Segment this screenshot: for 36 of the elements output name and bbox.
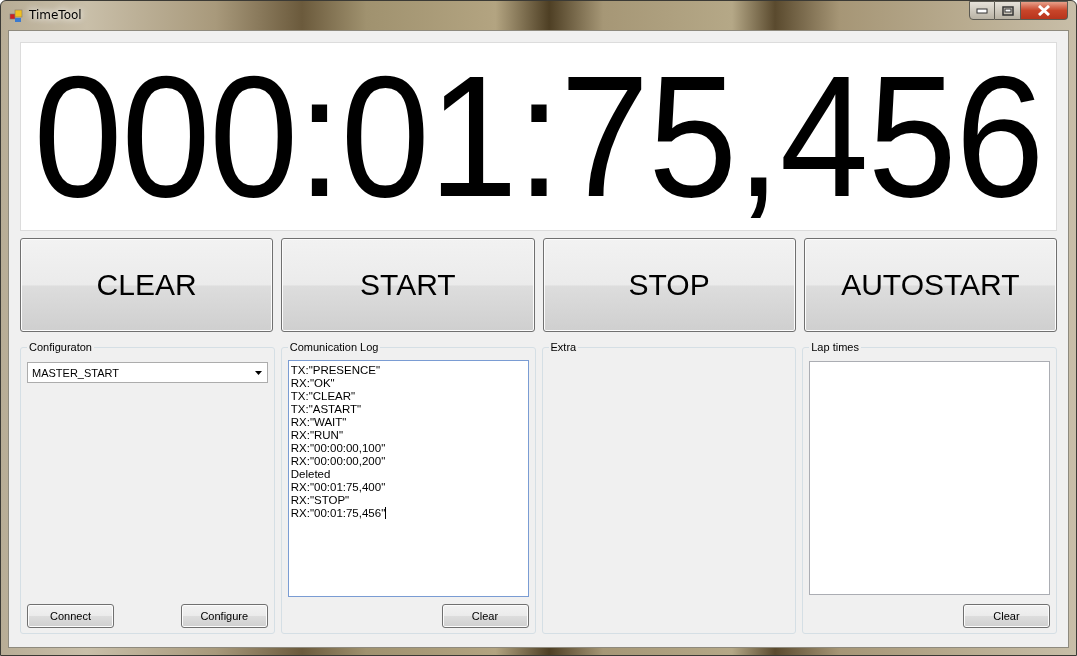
app-icon [9,9,23,23]
window-title: TimeTool [29,8,82,22]
action-button[interactable]: AUTOSTART [803,238,1057,332]
group-title: Extra [548,341,579,354]
log-line: RX:"RUN" [290,429,344,442]
log-textbox[interactable]: TX:"PRESENCE" RX:"OK" TX:"CLEAR" TX:"ASTART" RX:"WAIT" RX:"RUN" RX:"00:00:00,100" RX:"00:00:00,200" Deleted RX:"00:01:75,400" RX:"STOP" RX:"00:01:75,456" [287,360,529,597]
log-line: RX:"00:01:75,400" [290,481,387,494]
minimize-button[interactable] [969,1,995,20]
minimize-icon [976,7,988,14]
maximize-icon [1001,5,1014,16]
action-button[interactable]: START [281,238,535,332]
log-line: RX:"WAIT" [290,416,348,429]
group-title: Lap times [809,341,861,354]
log-line: RX:"STOP" [290,494,351,507]
group-title: Configuraton [27,341,94,354]
log-line: TX:"PRESENCE" [290,364,382,377]
button[interactable]: Clear [441,604,529,628]
close-button[interactable] [1021,1,1068,20]
log-line: TX:"CLEAR" [290,390,357,403]
button[interactable]: Clear [963,604,1050,628]
action-button[interactable]: CLEAR [20,238,274,332]
log-line: RX:"00:00:00,200" [290,455,387,468]
action-button[interactable]: STOP [542,238,796,332]
button[interactable]: Connect [27,604,114,628]
log-line: TX:"ASTART" [290,403,363,416]
config-dropdown[interactable]: MASTER_START [27,362,268,383]
log-line: Deleted [290,468,332,481]
log-line: RX:"OK" [290,377,336,390]
group-title: Comunication Log [287,341,381,354]
dropdown-arrow-icon [254,370,263,375]
close-icon [1037,5,1051,16]
time-value: 000:01:75,456 [33,43,1044,230]
maximize-button[interactable] [995,1,1021,20]
log-line: RX:"00:01:75,456" [290,507,388,520]
log-line: RX:"00:00:00,100" [290,442,387,455]
button[interactable]: Configure [180,604,268,628]
